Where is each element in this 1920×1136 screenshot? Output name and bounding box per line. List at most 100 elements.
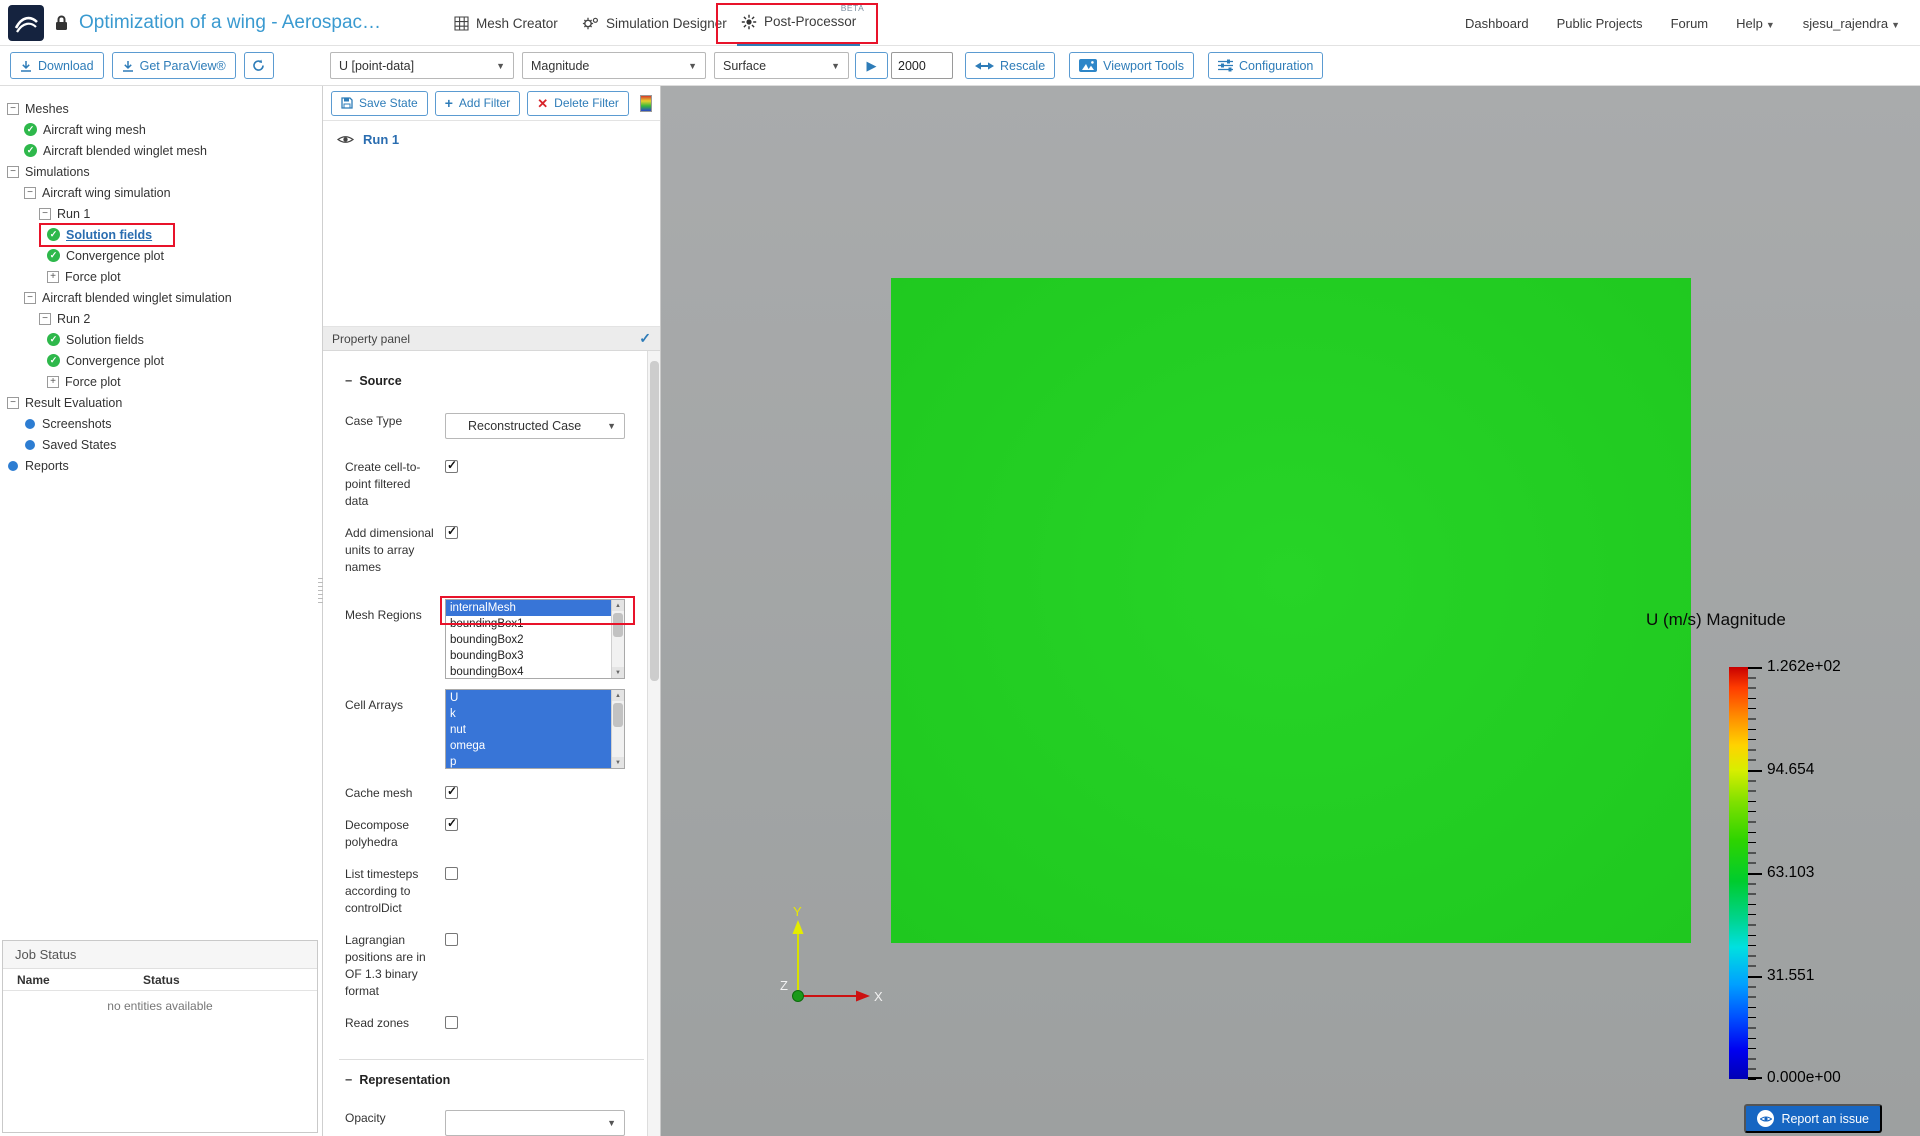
collapse-icon[interactable]: − — [7, 397, 19, 409]
download-button[interactable]: Download — [10, 52, 104, 79]
user-menu[interactable]: sjesu_rajendra▼ — [1803, 16, 1900, 31]
refresh-icon — [252, 59, 265, 72]
collapse-section-icon[interactable]: − — [345, 374, 352, 388]
collapse-icon[interactable]: − — [24, 292, 36, 304]
app-logo[interactable] — [8, 5, 44, 41]
case-type-select[interactable]: Reconstructed Case ▼ — [445, 413, 625, 439]
cache-mesh-label: Cache mesh — [345, 785, 445, 802]
representation-select[interactable]: Surface▼ — [714, 52, 849, 79]
scrollbar-thumb[interactable] — [613, 703, 623, 727]
decompose-checkbox[interactable] — [445, 818, 458, 831]
lagrangian-row: Lagrangian positions are in OF 1.3 binar… — [345, 932, 644, 1000]
tree-item-solution-fields-run2[interactable]: ✓Solution fields — [0, 329, 322, 350]
mesh-regions-listbox[interactable]: internalMesh boundingBox1 boundingBox2 b… — [445, 599, 625, 679]
read-zones-row: Read zones — [345, 1015, 644, 1033]
link-public-projects[interactable]: Public Projects — [1557, 16, 1643, 31]
lagrangian-checkbox[interactable] — [445, 933, 458, 946]
report-an-issue-button[interactable]: Report an issue — [1744, 1104, 1882, 1133]
tab-post-processor[interactable]: Post-Processor BETA — [737, 0, 860, 46]
mesh-region-option[interactable]: boundingBox4 — [446, 664, 611, 678]
viewport-tools-button[interactable]: Viewport Tools — [1069, 52, 1194, 79]
collapse-icon[interactable]: − — [7, 103, 19, 115]
tree-item-convergence-plot-run1[interactable]: ✓Convergence plot — [0, 245, 322, 266]
tree-item-aircraft-wing-simulation[interactable]: −Aircraft wing simulation — [0, 182, 322, 203]
cell-array-option[interactable]: omega — [446, 738, 611, 754]
cell-array-option[interactable]: k — [446, 706, 611, 722]
collapse-section-icon[interactable]: − — [345, 1073, 352, 1087]
tree-item-result-evaluation[interactable]: −Result Evaluation — [0, 392, 322, 413]
tree-item-reports[interactable]: Reports — [0, 455, 322, 476]
tree-item-aircraft-blended-winglet-mesh[interactable]: ✓Aircraft blended winglet mesh — [0, 140, 322, 161]
configuration-button[interactable]: Configuration — [1208, 52, 1323, 79]
scroll-down-icon[interactable]: ▼ — [612, 757, 624, 768]
add-units-checkbox[interactable] — [445, 526, 458, 539]
save-state-button[interactable]: Save State — [331, 91, 428, 116]
collapse-icon[interactable]: − — [24, 187, 36, 199]
cell-array-option[interactable]: U — [446, 690, 611, 706]
refresh-button[interactable] — [244, 52, 274, 79]
x-axis-label: X — [874, 989, 883, 1004]
mesh-region-option[interactable]: boundingBox3 — [446, 648, 611, 664]
collapse-icon[interactable]: − — [39, 313, 51, 325]
tree-item-aircraft-blended-winglet-simulation[interactable]: −Aircraft blended winglet simulation — [0, 287, 322, 308]
scrollbar-thumb[interactable] — [650, 361, 659, 681]
scroll-up-icon[interactable]: ▲ — [612, 690, 624, 701]
tree-item-force-plot-run1[interactable]: +Force plot — [0, 266, 322, 287]
tab-simulation-designer[interactable]: Simulation Designer — [578, 0, 731, 46]
scrollbar-thumb[interactable] — [613, 613, 623, 637]
wing-surface-result[interactable] — [891, 278, 1691, 943]
frame-input[interactable] — [891, 52, 953, 79]
section-source[interactable]: − Source — [345, 373, 644, 389]
pipeline-item-run-1[interactable]: Run 1 — [323, 129, 660, 150]
cell-arrays-listbox[interactable]: U k nut omega p ▲ ▼ — [445, 689, 625, 769]
tab-label: Post-Processor — [764, 14, 856, 29]
read-zones-checkbox[interactable] — [445, 1016, 458, 1029]
scroll-down-icon[interactable]: ▼ — [612, 667, 624, 678]
tree-item-meshes[interactable]: −Meshes — [0, 98, 322, 119]
listbox-scrollbar[interactable]: ▲ ▼ — [611, 600, 624, 678]
create-cell-checkbox[interactable] — [445, 460, 458, 473]
link-forum[interactable]: Forum — [1671, 16, 1709, 31]
mesh-region-option[interactable]: boundingBox2 — [446, 632, 611, 648]
tab-mesh-creator[interactable]: Mesh Creator — [450, 0, 562, 46]
tree-item-run-2[interactable]: −Run 2 — [0, 308, 322, 329]
cell-array-option[interactable]: nut — [446, 722, 611, 738]
get-paraview-button[interactable]: Get ParaView® — [112, 52, 236, 79]
help-menu[interactable]: Help▼ — [1736, 16, 1775, 31]
mesh-region-option[interactable]: boundingBox1 — [446, 616, 611, 632]
play-button[interactable]: ▶ — [855, 52, 888, 79]
expand-icon[interactable]: + — [47, 271, 59, 283]
tree-item-convergence-plot-run2[interactable]: ✓Convergence plot — [0, 350, 322, 371]
color-legend-bar — [1729, 667, 1748, 1079]
property-panel-scrollbar[interactable] — [647, 351, 660, 1136]
section-representation[interactable]: − Representation — [345, 1072, 644, 1088]
expand-icon[interactable]: + — [47, 376, 59, 388]
link-dashboard[interactable]: Dashboard — [1465, 16, 1529, 31]
cache-mesh-checkbox[interactable] — [445, 786, 458, 799]
apply-check-icon[interactable]: ✓ — [639, 330, 651, 347]
cell-array-option[interactable]: p — [446, 754, 611, 768]
list-timesteps-checkbox[interactable] — [445, 867, 458, 880]
collapse-icon[interactable]: − — [7, 166, 19, 178]
opacity-select[interactable]: ▼ — [445, 1110, 625, 1136]
visibility-eye-icon[interactable] — [337, 134, 354, 145]
listbox-scrollbar[interactable]: ▲ ▼ — [611, 690, 624, 768]
component-select[interactable]: Magnitude▼ — [522, 52, 706, 79]
collapse-icon[interactable]: − — [39, 208, 51, 220]
color-map-swatch[interactable] — [640, 95, 652, 112]
add-filter-button[interactable]: + Add Filter — [435, 91, 521, 116]
rescale-button[interactable]: Rescale — [965, 52, 1055, 79]
column-name: Name — [17, 973, 50, 987]
tree-item-solution-fields-run1[interactable]: ✓Solution fields — [0, 224, 322, 245]
tree-item-saved-states[interactable]: Saved States — [0, 434, 322, 455]
delete-filter-button[interactable]: ✕ Delete Filter — [527, 91, 629, 116]
mesh-region-option[interactable]: internalMesh — [446, 600, 611, 616]
tree-item-screenshots[interactable]: Screenshots — [0, 413, 322, 434]
tree-item-run-1[interactable]: −Run 1 — [0, 203, 322, 224]
tree-item-force-plot-run2[interactable]: +Force plot — [0, 371, 322, 392]
tree-item-simulations[interactable]: −Simulations — [0, 161, 322, 182]
field-select[interactable]: U [point-data]▼ — [330, 52, 514, 79]
scroll-up-icon[interactable]: ▲ — [612, 600, 624, 611]
render-viewport[interactable]: Y X Z U (m/s) Magnitude 1.262e+02 94.654… — [661, 86, 1920, 1136]
tree-item-aircraft-wing-mesh[interactable]: ✓Aircraft wing mesh — [0, 119, 322, 140]
